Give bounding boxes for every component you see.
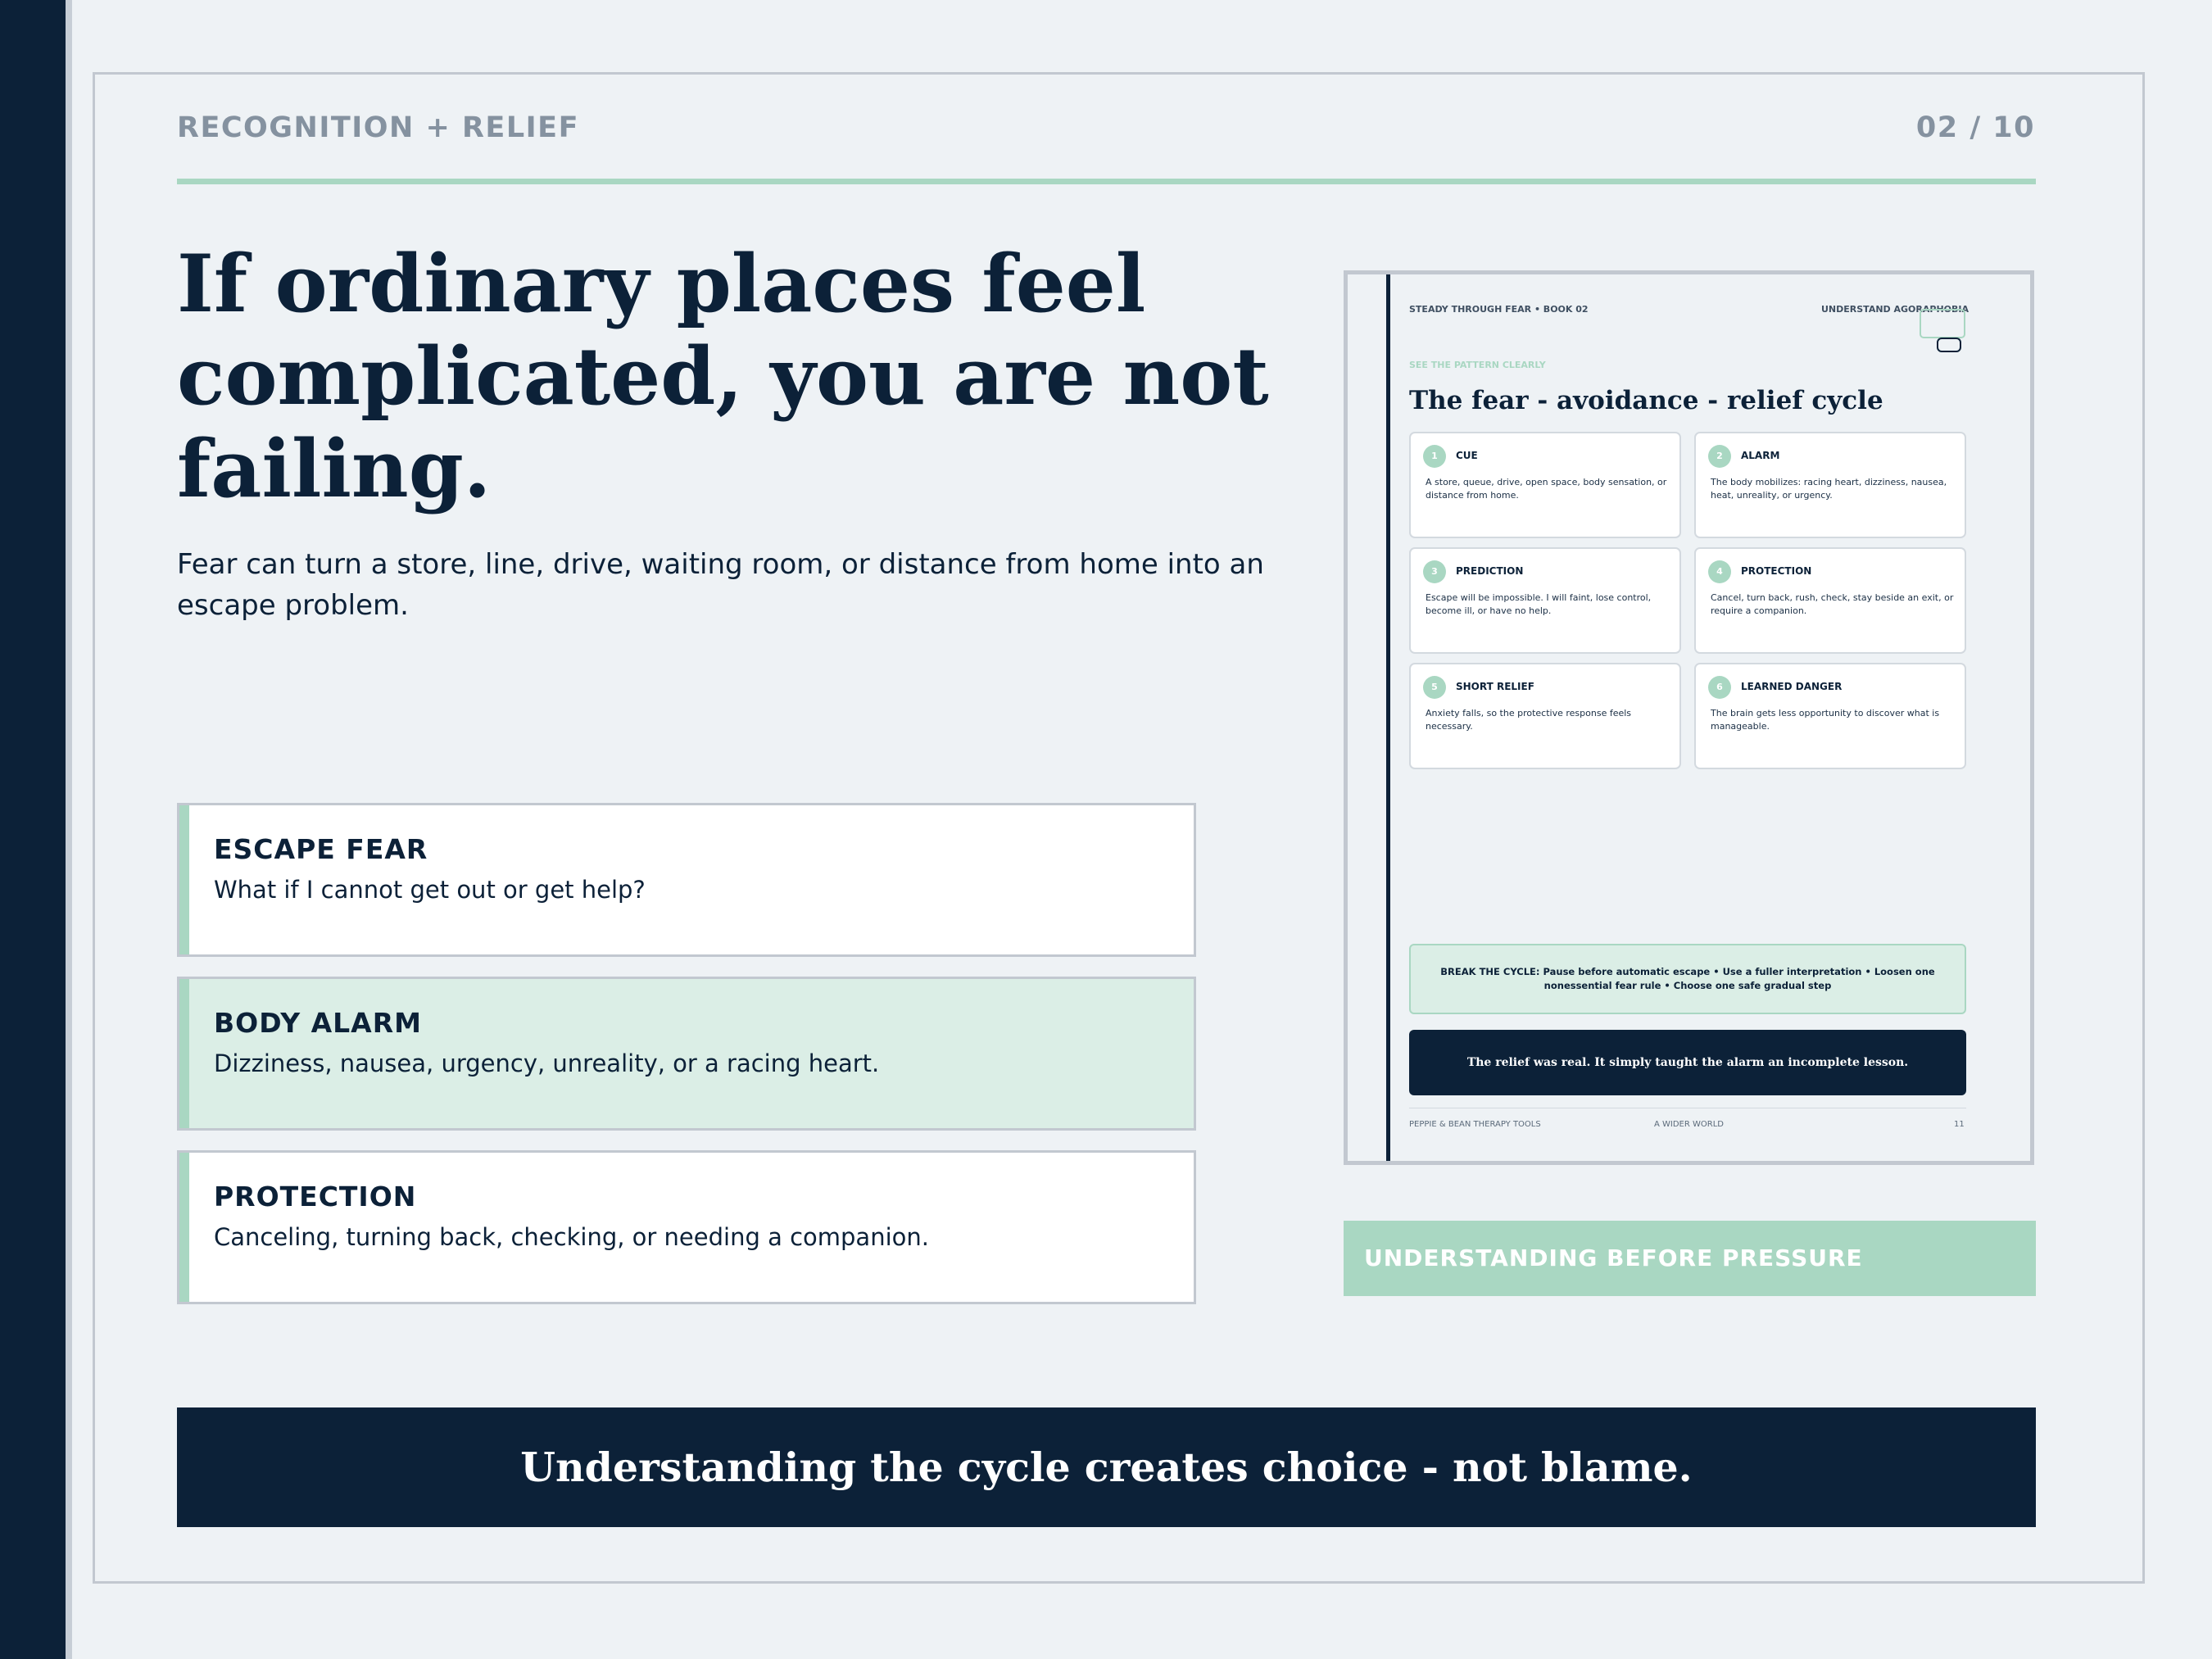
section-kicker: RECOGNITION + RELIEF: [177, 111, 579, 144]
card-accent-bar: [179, 805, 189, 954]
card-title: ESCAPE FEAR: [214, 833, 428, 865]
book-quote: The relief was real. It simply taught th…: [1409, 1030, 1966, 1095]
book-page-number: 11: [1954, 1120, 1965, 1129]
card-escape-fear: ESCAPE FEAR What if I cannot get out or …: [177, 803, 1196, 957]
step-text: Anxiety falls, so the protective respons…: [1426, 708, 1632, 732]
step-text: The brain gets less opportunity to disco…: [1711, 708, 1940, 732]
step-title: LEARNED DANGER: [1741, 681, 1843, 692]
cycle-step-protection: 4 PROTECTION Cancel, turn back, rush, ch…: [1694, 547, 1966, 654]
cycle-step-prediction: 3 PREDICTION Escape will be impossible. …: [1409, 547, 1681, 654]
step-text: The body mobilizes: racing heart, dizzin…: [1711, 477, 1947, 501]
header-rule: [177, 179, 2036, 184]
step-title: ALARM: [1741, 450, 1780, 461]
card-title: BODY ALARM: [214, 1007, 422, 1039]
cycle-step-cue: 1 CUE A store, queue, drive, open space,…: [1409, 432, 1681, 538]
left-band-edge: [66, 0, 72, 1659]
card-text: What if I cannot get out or get help?: [214, 876, 646, 904]
step-title: CUE: [1456, 450, 1478, 461]
step-number: 6: [1708, 676, 1731, 699]
left-navy-band: [0, 0, 66, 1659]
bottom-banner: Understanding the cycle creates choice -…: [177, 1407, 2036, 1527]
card-title: PROTECTION: [214, 1181, 417, 1213]
preview-caption: UNDERSTANDING BEFORE PRESSURE: [1344, 1221, 2036, 1296]
book-title: The fear - avoidance - relief cycle: [1409, 386, 1883, 415]
break-the-cycle-box: BREAK THE CYCLE: Pause before automatic …: [1409, 944, 1966, 1014]
card-text: Dizziness, nausea, urgency, unreality, o…: [214, 1049, 880, 1077]
cycle-step-alarm: 2 ALARM The body mobilizes: racing heart…: [1694, 432, 1966, 538]
cycle-step-short-relief: 5 SHORT RELIEF Anxiety falls, so the pro…: [1409, 663, 1681, 769]
book-page-preview: STEADY THROUGH FEAR • BOOK 02 UNDERSTAND…: [1344, 270, 2034, 1165]
card-body-alarm: BODY ALARM Dizziness, nausea, urgency, u…: [177, 977, 1196, 1131]
card-accent-bar: [179, 1153, 189, 1302]
step-text: Cancel, turn back, rush, check, stay bes…: [1711, 592, 1954, 616]
book-footer-center: A WIDER WORLD: [1654, 1120, 1724, 1129]
book-window-icon: [1920, 309, 1965, 338]
step-number: 5: [1423, 676, 1446, 699]
card-accent-bar: [179, 979, 189, 1128]
book-footer-left: PEPPIE & BEAN THERAPY TOOLS: [1409, 1120, 1541, 1129]
step-text: Escape will be impossible. I will faint,…: [1426, 592, 1652, 616]
step-number: 3: [1423, 560, 1446, 583]
step-title: PREDICTION: [1456, 565, 1524, 577]
book-spine: [1386, 274, 1390, 1161]
step-number: 1: [1423, 445, 1446, 468]
step-title: SHORT RELIEF: [1456, 681, 1534, 692]
card-protection: PROTECTION Canceling, turning back, chec…: [177, 1150, 1196, 1304]
lede-text: Fear can turn a store, line, drive, wait…: [177, 548, 1264, 622]
page-number: 02 / 10: [1915, 111, 2035, 144]
step-number: 2: [1708, 445, 1731, 468]
headline: If ordinary places feel complicated, you…: [177, 238, 1269, 515]
book-kicker: SEE THE PATTERN CLEARLY: [1409, 360, 1546, 370]
book-series: STEADY THROUGH FEAR • BOOK 02: [1409, 304, 1589, 315]
card-text: Canceling, turning back, checking, or ne…: [214, 1223, 929, 1251]
step-number: 4: [1708, 560, 1731, 583]
cycle-step-learned-danger: 6 LEARNED DANGER The brain gets less opp…: [1694, 663, 1966, 769]
book-pill-icon: [1937, 338, 1961, 352]
step-text: A store, queue, drive, open space, body …: [1426, 477, 1667, 501]
step-title: PROTECTION: [1741, 565, 1812, 577]
